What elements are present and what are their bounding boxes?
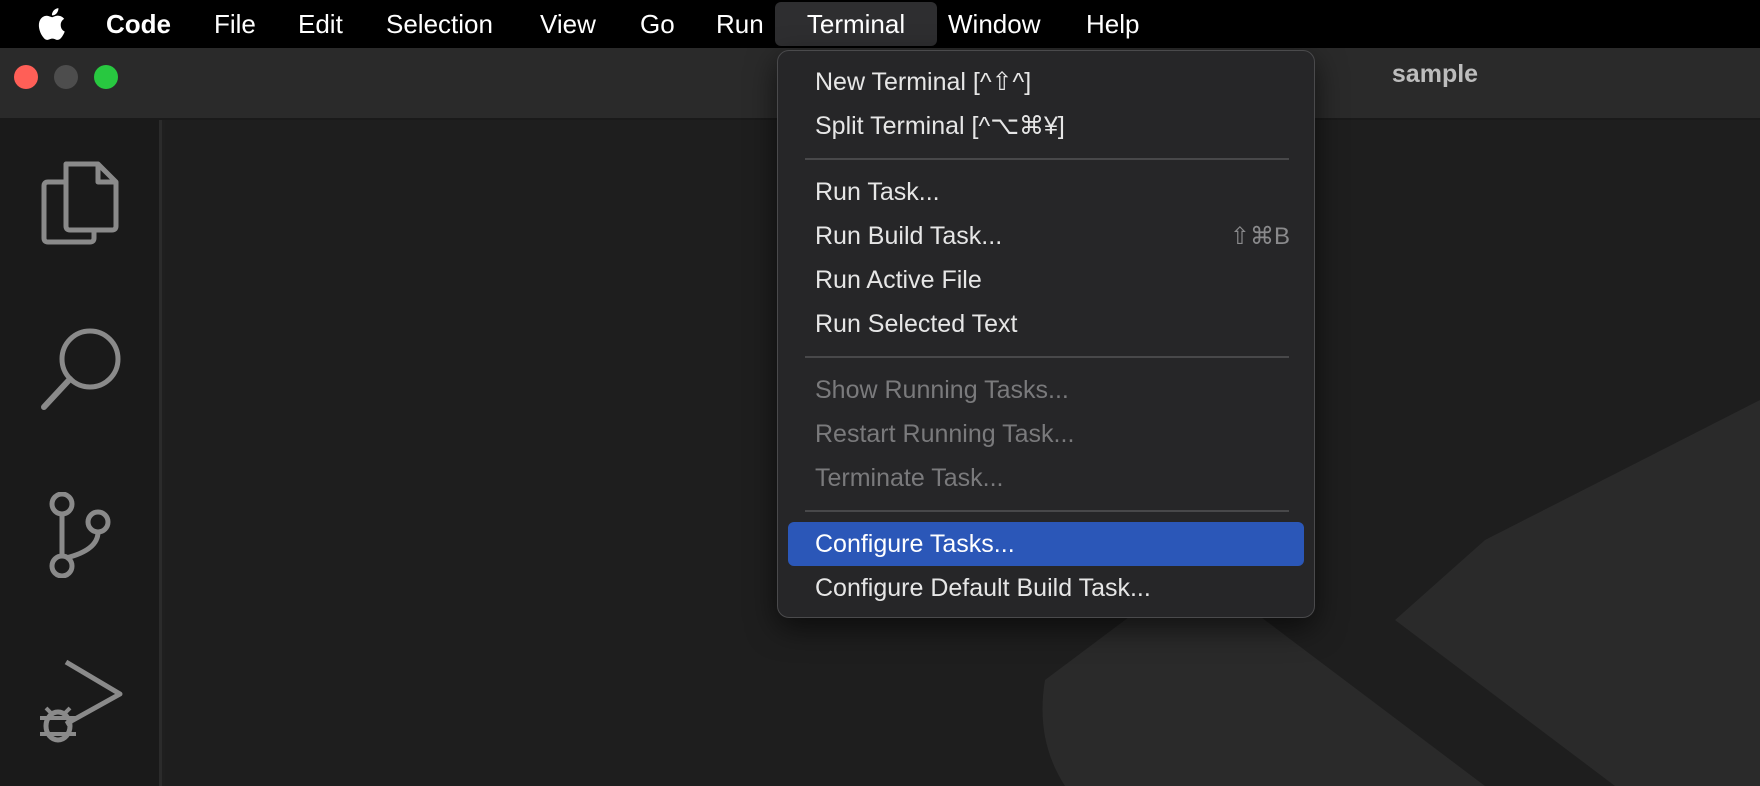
menu-item-label: Run Active File (815, 265, 982, 294)
menu-item-run-selected-text[interactable]: Run Selected Text (788, 302, 1304, 346)
menu-go[interactable]: Go (626, 0, 689, 48)
menu-help[interactable]: Help (1072, 0, 1153, 48)
menu-item-label: Run Build Task... (815, 221, 1003, 250)
menu-item-configure-tasks[interactable]: Configure Tasks... (788, 522, 1304, 566)
menu-terminal[interactable]: Terminal (775, 2, 937, 46)
menu-window[interactable]: Window (934, 0, 1054, 48)
menu-item-run-build-task[interactable]: Run Build Task... ⇧⌘B (788, 214, 1304, 258)
menu-item-shortcut: ⇧⌘B (1229, 222, 1290, 250)
menu-item-label: Terminate Task... (815, 463, 1004, 492)
source-control-icon[interactable] (46, 492, 116, 578)
terminal-menu-dropdown: New Terminal [^⇧^] Split Terminal [^⌥⌘¥]… (777, 50, 1315, 618)
close-window-button[interactable] (14, 65, 38, 89)
menu-item-label: Configure Tasks... (815, 529, 1015, 558)
menu-item-run-task[interactable]: Run Task... (788, 170, 1304, 214)
menu-app-name[interactable]: Code (92, 0, 185, 48)
menu-item-label: Configure Default Build Task... (815, 573, 1151, 602)
menu-item-configure-default-build-task[interactable]: Configure Default Build Task... (788, 566, 1304, 610)
menu-separator (805, 510, 1289, 512)
menu-item-label: Split Terminal [^⌥⌘¥] (815, 112, 1065, 140)
maximize-window-button[interactable] (94, 65, 118, 89)
menu-item-label: Restart Running Task... (815, 419, 1075, 448)
run-and-debug-icon[interactable] (36, 658, 126, 748)
menu-item-label: Run Task... (815, 177, 940, 206)
menu-item-show-running-tasks: Show Running Tasks... (788, 368, 1304, 412)
menu-view[interactable]: View (526, 0, 610, 48)
menu-item-run-active-file[interactable]: Run Active File (788, 258, 1304, 302)
menu-selection[interactable]: Selection (372, 0, 507, 48)
menu-separator (805, 158, 1289, 160)
search-icon[interactable] (40, 325, 124, 411)
menu-edit[interactable]: Edit (284, 0, 357, 48)
activity-bar (0, 120, 162, 786)
menu-item-terminate-task: Terminate Task... (788, 456, 1304, 500)
menu-item-split-terminal[interactable]: Split Terminal [^⌥⌘¥] (788, 104, 1304, 148)
menu-item-restart-running-task: Restart Running Task... (788, 412, 1304, 456)
menu-item-label: Run Selected Text (815, 309, 1018, 338)
menu-item-new-terminal[interactable]: New Terminal [^⇧^] (788, 60, 1304, 104)
minimize-window-button[interactable] (54, 65, 78, 89)
menu-file[interactable]: File (200, 0, 270, 48)
files-icon[interactable] (40, 160, 120, 246)
window-title: sample (1391, 60, 1479, 88)
menu-bar: Code File Edit Selection View Go Run Ter… (0, 0, 1760, 48)
menu-item-label: Show Running Tasks... (815, 375, 1069, 404)
apple-logo-icon[interactable] (36, 8, 66, 40)
menu-item-label: New Terminal [^⇧^] (815, 68, 1032, 96)
menu-run[interactable]: Run (702, 0, 778, 48)
menu-separator (805, 356, 1289, 358)
